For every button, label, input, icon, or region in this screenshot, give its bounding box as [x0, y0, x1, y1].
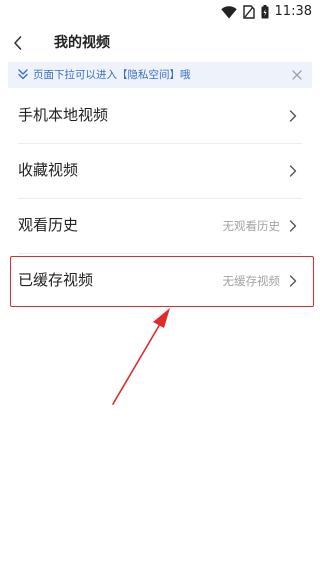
status-icons: 11:38: [220, 3, 312, 21]
notice-close-button[interactable]: [288, 66, 306, 84]
notice-text: 页面下拉可以进入【隐私空间】哦: [33, 69, 191, 81]
chevron-right-icon: [289, 220, 297, 232]
close-icon: [292, 70, 302, 80]
wifi-icon: [220, 5, 237, 18]
menu-item-local-videos[interactable]: 手机本地视频: [0, 88, 320, 143]
header-bar: 我的视频: [0, 24, 320, 62]
status-bar: 11:38: [0, 0, 320, 24]
double-chevron-down-icon: [18, 69, 28, 80]
annotation-arrow-icon: [112, 308, 170, 405]
menu-item-watch-history[interactable]: 观看历史 无观看历史: [0, 198, 320, 253]
menu-item-label: 收藏视频: [18, 161, 79, 179]
menu-item-label: 观看历史: [18, 216, 79, 234]
back-button[interactable]: [4, 29, 32, 57]
menu-item-label: 手机本地视频: [18, 106, 109, 124]
chevron-right-icon: [289, 110, 297, 122]
chevron-left-icon: [14, 36, 22, 50]
page-title: 我的视频: [54, 35, 110, 51]
menu-item-value: 无观看历史: [222, 219, 281, 233]
privacy-notice-banner: 页面下拉可以进入【隐私空间】哦: [8, 62, 312, 88]
status-time: 11:38: [274, 4, 312, 19]
menu-item-favorite-videos[interactable]: 收藏视频: [0, 143, 320, 198]
chevron-right-icon: [289, 165, 297, 177]
battery-icon: [261, 5, 269, 19]
no-sim-icon: [242, 5, 255, 19]
